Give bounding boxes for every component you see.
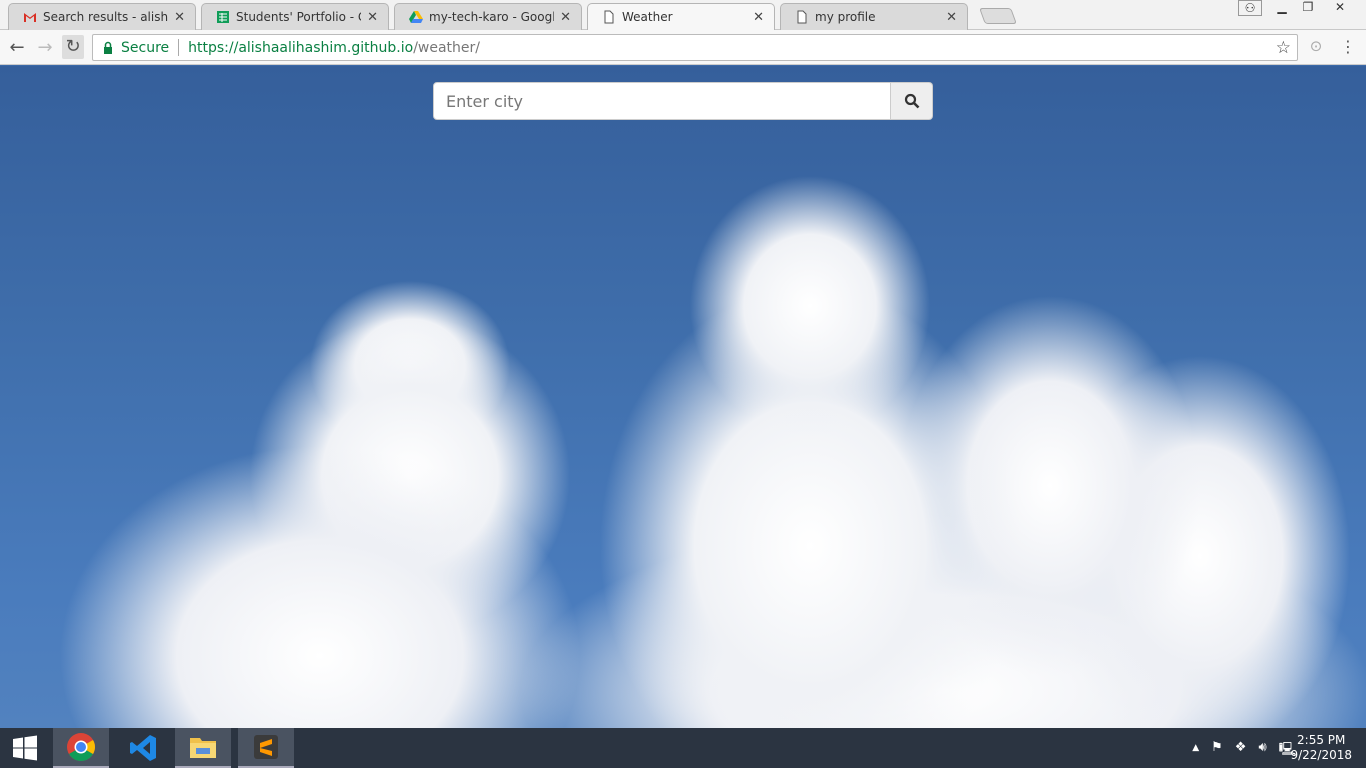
browser-toolbar: ← → ↻ Secure https://alishaalihashim.git…: [0, 30, 1366, 65]
profile-icon[interactable]: ⚇: [1238, 0, 1262, 16]
show-hidden-icons-icon[interactable]: ▲: [1192, 740, 1199, 762]
close-tab-icon[interactable]: ✕: [753, 10, 764, 25]
taskbar-file-explorer[interactable]: [175, 728, 231, 768]
back-button[interactable]: ←: [6, 37, 28, 58]
gmail-icon: [24, 13, 36, 22]
chrome-icon: [67, 733, 95, 761]
tab-strip: Search results - alishaalih ✕ Students' …: [0, 0, 1366, 30]
minimize-button[interactable]: ▁: [1270, 0, 1294, 14]
new-tab-button[interactable]: [979, 8, 1017, 24]
city-search: [433, 82, 933, 120]
close-tab-icon[interactable]: ✕: [367, 10, 378, 25]
tab-my-tech-karo[interactable]: my-tech-karo - Google D ✕: [394, 3, 582, 30]
lock-icon: [104, 41, 112, 54]
close-tab-icon[interactable]: ✕: [174, 10, 185, 25]
address-bar[interactable]: Secure https://alishaalihashim.github.io…: [92, 34, 1298, 61]
start-button[interactable]: [0, 728, 50, 768]
search-button[interactable]: [891, 82, 933, 120]
drive-icon: [409, 11, 423, 23]
clock[interactable]: 2:55 PM 9/22/2018: [1290, 733, 1352, 763]
menu-icon[interactable]: ⋮: [1337, 37, 1359, 56]
page-icon: [604, 10, 614, 24]
tab-students-portfolio[interactable]: Students' Portfolio - Goo ✕: [201, 3, 389, 30]
tab-my-profile[interactable]: my profile ✕: [780, 3, 968, 30]
windows-icon: [13, 735, 37, 761]
sheets-icon: [217, 11, 229, 23]
taskbar: ▲ ⚑ ❖ 🔊︎ 🖳 2:55 PM 9/22/2018: [0, 728, 1366, 768]
bookmark-star-icon[interactable]: ☆: [1276, 38, 1291, 58]
page-icon: [797, 10, 807, 24]
reload-button[interactable]: ↻: [62, 35, 84, 59]
action-center-flag-icon[interactable]: ⚑: [1211, 740, 1223, 762]
taskbar-chrome[interactable]: [53, 728, 109, 768]
cloud-background: [0, 66, 1366, 728]
weather-page: [0, 66, 1366, 728]
close-tab-icon[interactable]: ✕: [560, 10, 571, 25]
restore-button[interactable]: ❐: [1296, 0, 1320, 14]
dropbox-icon[interactable]: ❖: [1235, 740, 1247, 762]
forward-button[interactable]: →: [34, 37, 56, 58]
tab-gmail[interactable]: Search results - alishaalih ✕: [8, 3, 196, 30]
city-search-input[interactable]: [433, 82, 891, 120]
volume-icon[interactable]: 🔊︎: [1258, 740, 1266, 762]
tab-weather[interactable]: Weather ✕: [587, 3, 775, 30]
sublime-text-icon: [254, 735, 278, 759]
vscode-icon: [130, 735, 156, 761]
taskbar-sublime-text[interactable]: [238, 728, 294, 768]
extension-icon[interactable]: ⊙: [1305, 37, 1327, 55]
system-tray: ▲ ⚑ ❖ 🔊︎ 🖳: [1192, 740, 1296, 762]
taskbar-vscode[interactable]: [115, 728, 171, 768]
close-tab-icon[interactable]: ✕: [946, 10, 957, 25]
search-icon: [904, 93, 919, 109]
folder-icon: [190, 738, 216, 758]
close-window-button[interactable]: ✕: [1328, 0, 1352, 14]
